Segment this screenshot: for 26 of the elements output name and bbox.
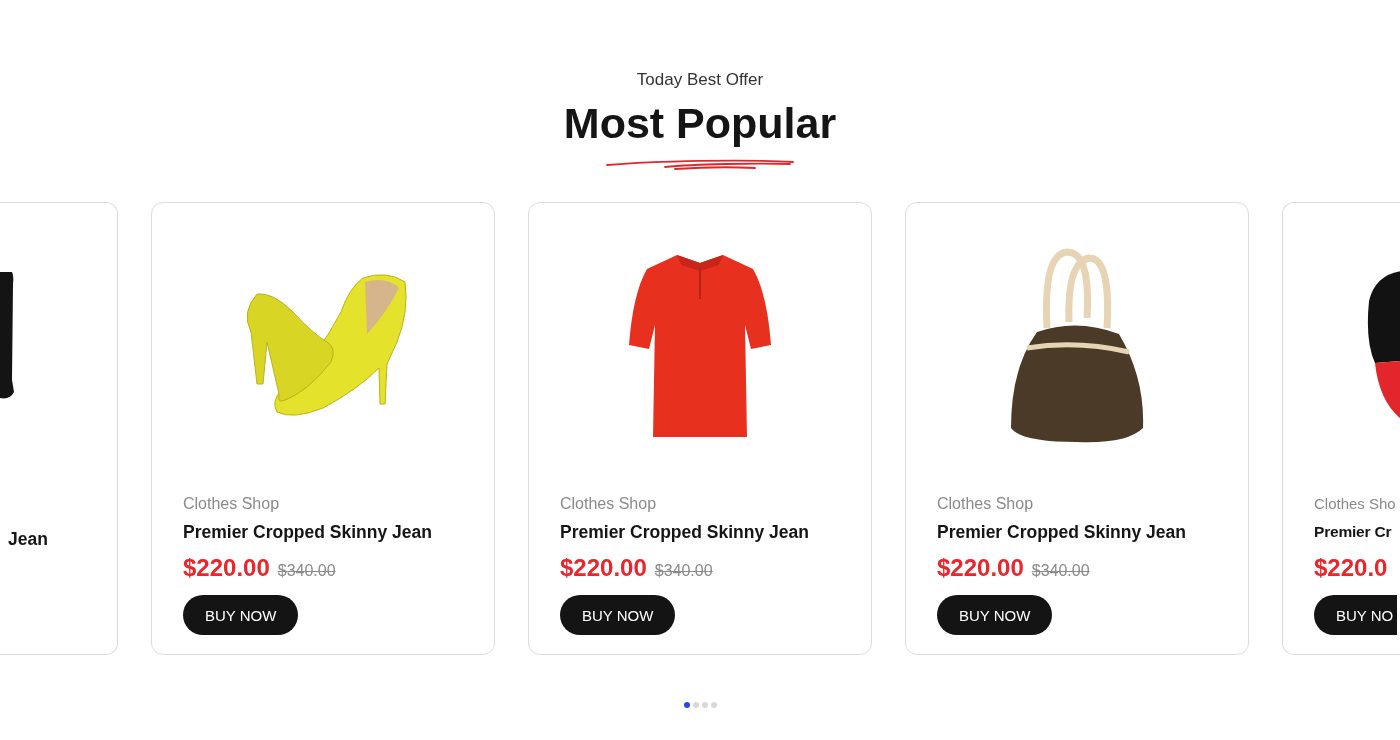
- product-category: Clothes Shop: [937, 494, 1034, 514]
- product-name[interactable]: Jean: [8, 528, 48, 550]
- product-category: Clothes Shop: [183, 494, 280, 514]
- pagination-dot[interactable]: [710, 702, 717, 708]
- pagination-dot[interactable]: [692, 702, 699, 708]
- section-title: Most Popular: [563, 98, 837, 148]
- product-name[interactable]: Premier Cropped Skinny Jean: [183, 521, 432, 543]
- product-price: $220.00: [937, 554, 1024, 582]
- product-category: Clothes Shop: [560, 494, 657, 514]
- product-price: $220.00: [183, 554, 270, 582]
- buy-now-button[interactable]: BUY NOW: [183, 595, 299, 635]
- product-name[interactable]: Premier Cropped Skinny Jean: [937, 521, 1186, 543]
- old-price: $340.00: [654, 562, 713, 580]
- product-price: $220.0: [1314, 554, 1388, 582]
- section-subtitle: Today Best Offer: [636, 70, 764, 90]
- buy-now-button[interactable]: BUY NOW: [937, 595, 1053, 635]
- old-price: $340.00: [277, 562, 336, 580]
- product-name[interactable]: Premier Cr: [1314, 521, 1392, 543]
- buy-now-button[interactable]: BUY NO: [1314, 595, 1398, 635]
- product-name[interactable]: Premier Cropped Skinny Jean: [560, 521, 809, 543]
- pagination-dot[interactable]: [683, 702, 690, 708]
- pagination-dot[interactable]: [701, 702, 708, 708]
- product-category: Clothes Sho: [1314, 494, 1396, 514]
- buy-now-button[interactable]: BUY NOW: [560, 595, 676, 635]
- old-price: $340.00: [1031, 562, 1090, 580]
- product-price: $220.00: [560, 554, 647, 582]
